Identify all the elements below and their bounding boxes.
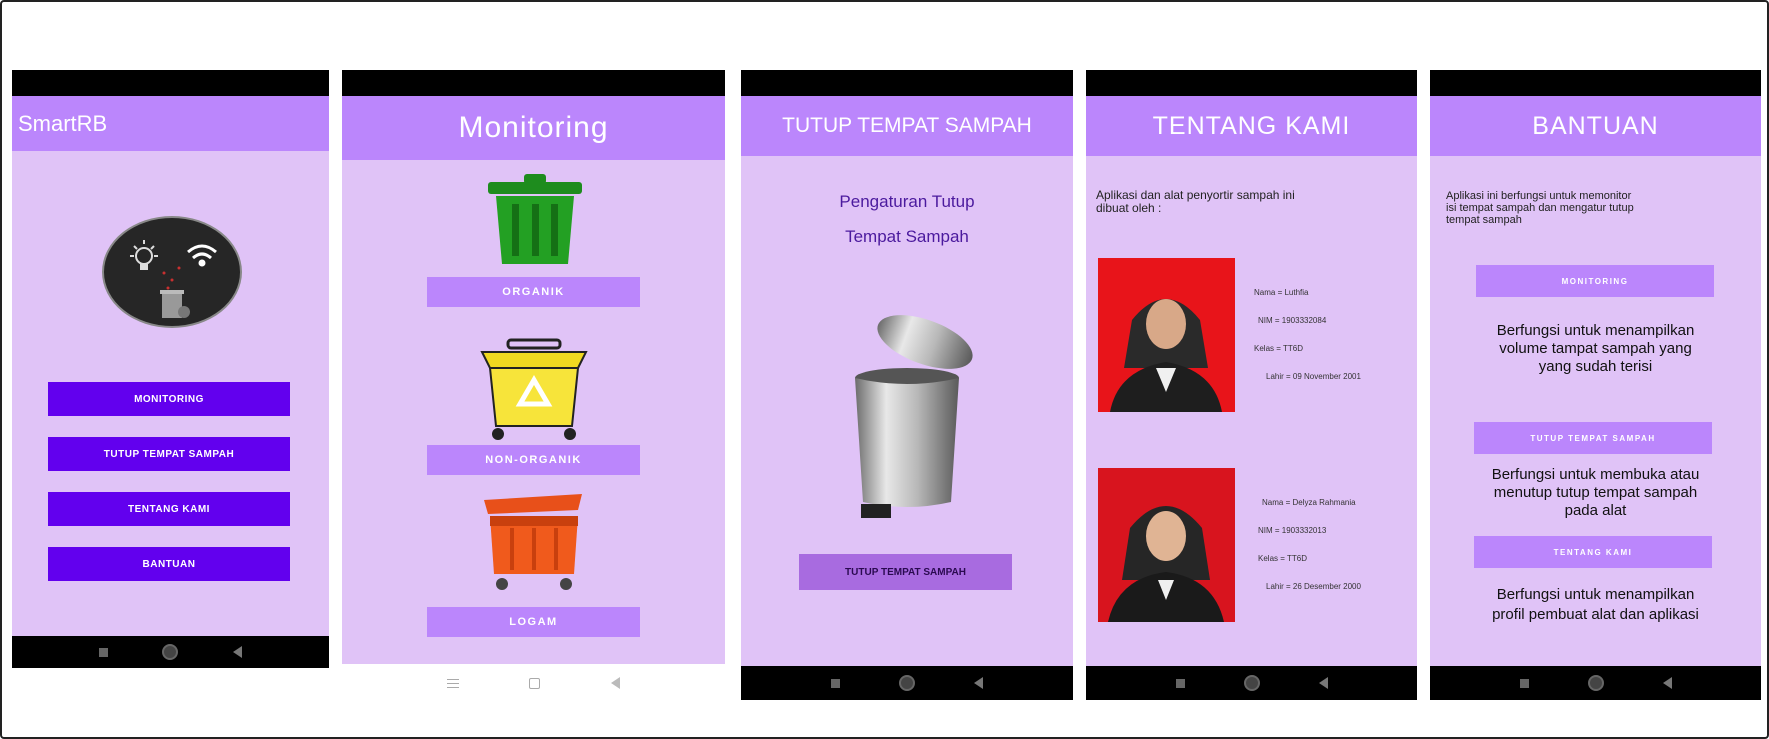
status-bar (342, 70, 725, 96)
app-bar: BANTUAN (1430, 96, 1761, 156)
person2-nama: Nama = Delyza Rahmania (1262, 498, 1356, 507)
intro-line-1: Aplikasi ini berfungsi untuk memonitor (1446, 190, 1632, 202)
status-bar (741, 70, 1073, 96)
home-nav-icon[interactable] (898, 675, 915, 691)
monitoring-desc-line-1: Berfungsi untuk menampilkan (1496, 322, 1695, 339)
nav-bar (12, 636, 329, 668)
page-title: Monitoring (458, 111, 609, 144)
screen-monitoring: Monitoring ORGANIK NON-ORGANIK LOGAM (342, 70, 725, 664)
back-nav-icon[interactable] (974, 677, 984, 689)
screen-home: SmartRB MONITORING TUTUP TEMPAT SAMPAH T… (12, 70, 329, 668)
trash-icon (160, 290, 190, 318)
recent-nav-icon[interactable] (1519, 678, 1529, 688)
status-bar (1086, 70, 1417, 96)
person1-nim: NIM = 1903332084 (1258, 316, 1327, 325)
intro-line-2: dibuat oleh : (1096, 201, 1162, 215)
monitoring-desc-line-2: volume tampat sampah yang (1499, 340, 1692, 357)
back-nav-icon[interactable] (1318, 677, 1328, 689)
tutup-tempat-sampah-button[interactable]: TUTUP TEMPAT SAMPAH (48, 437, 290, 471)
home-nav-icon[interactable] (162, 644, 179, 660)
app-bar: Monitoring (342, 96, 725, 160)
tentang-kami-button[interactable]: TENTANG KAMI (1474, 536, 1712, 568)
organik-bin-icon (488, 174, 582, 264)
nav-bar (1086, 666, 1417, 700)
monitoring-button[interactable]: MONITORING (48, 382, 290, 416)
heading-line-1: Pengaturan Tutup (839, 192, 975, 211)
page-title: TUTUP TEMPAT SAMPAH (782, 114, 1032, 137)
app-bar: SmartRB (12, 96, 329, 151)
status-bar (1430, 70, 1761, 96)
recent-nav-icon[interactable] (1175, 678, 1185, 688)
non-organik-button[interactable]: NON-ORGANIK (427, 445, 640, 475)
intro-line-1: Aplikasi dan alat penyortir sampah ini (1096, 188, 1295, 202)
tutup-desc-line-3: pada alat (1564, 502, 1627, 519)
tentang-desc-line-1: Berfungsi untuk menampilkan (1496, 586, 1695, 603)
back-nav-icon[interactable] (232, 646, 242, 658)
nav-bar (1430, 666, 1761, 700)
logam-button[interactable]: LOGAM (427, 607, 640, 637)
person1-kelas: Kelas = TT6D (1254, 344, 1303, 353)
intro-line-2: isi tempat sampah dan mengatur tutup (1446, 202, 1634, 214)
tutup-tempat-sampah-button[interactable]: TUTUP TEMPAT SAMPAH (799, 554, 1012, 590)
recent-nav-icon[interactable] (99, 647, 109, 657)
screen-tutup: TUTUP TEMPAT SAMPAH Pengaturan Tutup Tem… (741, 70, 1073, 700)
nav-bar-light (342, 665, 725, 701)
status-bar (12, 70, 329, 96)
monitoring-desc-line-3: yang sudah terisi (1538, 358, 1653, 375)
wifi-icon (187, 244, 217, 267)
person-avatar (1110, 299, 1222, 412)
screen-tentang-kami: TENTANG KAMI Aplikasi dan alat penyortir… (1086, 70, 1417, 700)
person2-nim: NIM = 1903332013 (1258, 526, 1327, 535)
back-nav-icon[interactable] (1662, 677, 1672, 689)
intro-line-3: tempat sampah (1446, 214, 1522, 226)
tentang-kami-button[interactable]: TENTANG KAMI (48, 492, 290, 526)
organik-button[interactable]: ORGANIK (427, 277, 640, 307)
non-organik-bin-icon (480, 338, 588, 440)
person2-kelas: Kelas = TT6D (1258, 554, 1307, 563)
monitoring-button[interactable]: MONITORING (1476, 265, 1714, 297)
app-title: SmartRB (18, 110, 108, 136)
person1-lahir: Lahir = 09 November 2001 (1266, 372, 1361, 381)
bantuan-button[interactable]: BANTUAN (48, 547, 290, 581)
back-nav-icon[interactable] (610, 677, 620, 689)
tentang-desc-line-2: profil pembuat alat dan aplikasi (1492, 606, 1699, 623)
recent-nav-icon[interactable] (830, 678, 840, 688)
app-bar: TUTUP TEMPAT SAMPAH (741, 96, 1073, 156)
person-avatar (1108, 506, 1224, 622)
app-logo (102, 216, 242, 328)
menu-nav-icon[interactable] (447, 678, 460, 688)
tutup-desc-line-2: menutup tutup tempat sampah (1493, 484, 1698, 501)
page-title: BANTUAN (1532, 111, 1659, 140)
screen-bantuan: BANTUAN Aplikasi ini berfungsi untuk mem… (1430, 70, 1761, 700)
app-bar: TENTANG KAMI (1086, 96, 1417, 156)
heading-line-2: Tempat Sampah (845, 227, 969, 246)
logam-bin-icon (484, 494, 582, 590)
person2-lahir: Lahir = 26 Desember 2000 (1266, 582, 1361, 591)
page-title: TENTANG KAMI (1152, 111, 1351, 140)
metal-trash-can-icon (855, 315, 973, 518)
tutup-desc-line-1: Berfungsi untuk membuka atau (1491, 466, 1700, 483)
home-nav-icon[interactable] (1587, 675, 1604, 691)
logo-graphic (130, 240, 217, 318)
person1-nama: Nama = Luthfia (1254, 288, 1309, 297)
home-nav-icon[interactable] (1243, 675, 1260, 691)
nav-bar (741, 666, 1073, 700)
profile-photo-2 (1098, 468, 1235, 622)
tutup-tempat-sampah-button[interactable]: TUTUP TEMPAT SAMPAH (1474, 422, 1712, 454)
profile-photo-1 (1098, 258, 1235, 412)
home-nav-icon[interactable] (529, 677, 541, 689)
bulb-icon (130, 240, 158, 270)
